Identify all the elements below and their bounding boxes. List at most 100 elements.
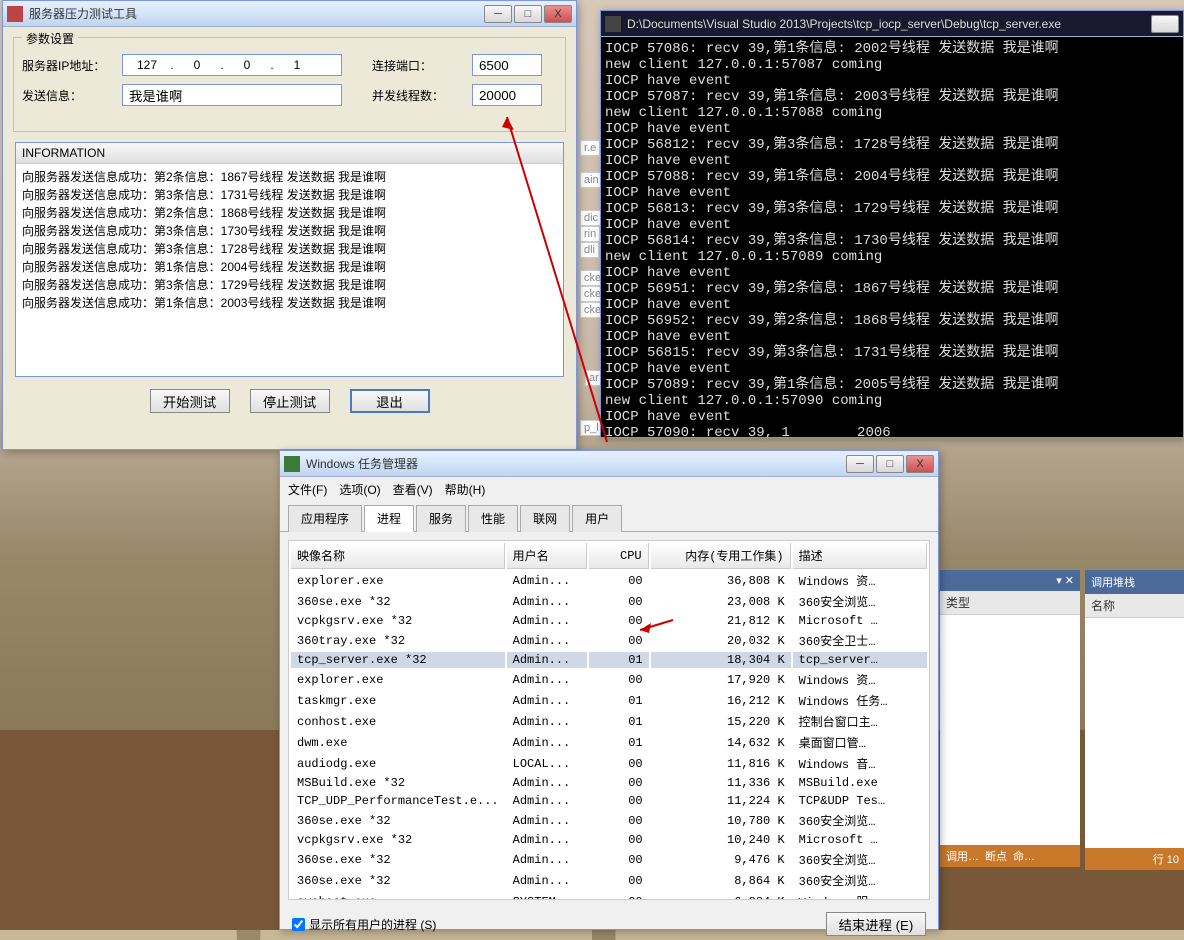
- stop-button[interactable]: 停止测试: [250, 389, 330, 413]
- stress-test-window: 服务器压力测试工具 ─ □ X 参数设置 服务器IP地址： 127. 0. 0.…: [2, 0, 577, 450]
- vs-footer-tab[interactable]: 命…: [1013, 851, 1035, 863]
- send-info-label: 发送信息：: [22, 87, 112, 104]
- table-row[interactable]: explorer.exeAdmin...0017,920 KWindows 资…: [291, 670, 927, 689]
- titlebar[interactable]: Windows 任务管理器 ─ □ X: [280, 451, 938, 477]
- server-ip-input[interactable]: 127. 0. 0. 1: [122, 54, 342, 76]
- taskmgr-title: Windows 任务管理器: [306, 455, 846, 472]
- table-row[interactable]: 360se.exe *32Admin...009,476 K360安全浏览…: [291, 850, 927, 869]
- titlebar[interactable]: D:\Documents\Visual Studio 2013\Projects…: [601, 11, 1183, 37]
- tab-3[interactable]: 性能: [468, 505, 518, 532]
- console-icon: [605, 16, 621, 32]
- vs-status-line: 行 10: [1085, 848, 1184, 870]
- info-line: 向服务器发送信息成功：第3条信息：1729号线程 发送数据 我是谁啊: [22, 276, 557, 294]
- tab-5[interactable]: 用户: [572, 505, 622, 532]
- app-icon: [7, 6, 23, 22]
- menu-item[interactable]: 查看(V): [393, 483, 433, 497]
- threads-input[interactable]: [472, 84, 542, 106]
- menu-item[interactable]: 选项(O): [339, 483, 380, 497]
- port-label: 连接端口：: [372, 57, 462, 74]
- pin-icon[interactable]: ▾ ✕: [1056, 574, 1074, 587]
- start-button[interactable]: 开始测试: [150, 389, 230, 413]
- table-row[interactable]: 360se.exe *32Admin...0010,780 K360安全浏览…: [291, 811, 927, 830]
- ip-octet[interactable]: 0: [177, 58, 217, 72]
- ip-octet[interactable]: 127: [127, 58, 167, 72]
- end-process-button[interactable]: 结束进程 (E): [826, 912, 926, 936]
- info-line: 向服务器发送信息成功：第1条信息：2003号线程 发送数据 我是谁啊: [22, 294, 557, 312]
- info-line: 向服务器发送信息成功：第3条信息：1728号线程 发送数据 我是谁啊: [22, 240, 557, 258]
- menu-item[interactable]: 帮助(H): [445, 483, 486, 497]
- col-user[interactable]: 用户名: [507, 543, 587, 569]
- process-list[interactable]: 映像名称 用户名 CPU 内存(专用工作集) 描述 explorer.exeAd…: [288, 540, 930, 900]
- taskmgr-icon: [284, 456, 300, 472]
- info-line: 向服务器发送信息成功：第3条信息：1731号线程 发送数据 我是谁啊: [22, 186, 557, 204]
- col-desc[interactable]: 描述: [793, 543, 927, 569]
- info-lines: 向服务器发送信息成功：第2条信息：1867号线程 发送数据 我是谁啊向服务器发送…: [16, 164, 563, 316]
- vs-panel-body[interactable]: [940, 615, 1080, 845]
- vs-footer-tabs[interactable]: 调用… 断点命…: [940, 845, 1080, 867]
- col-cpu[interactable]: CPU: [589, 543, 649, 569]
- ip-octet[interactable]: 0: [227, 58, 267, 72]
- send-info-input[interactable]: [122, 84, 342, 106]
- col-mem[interactable]: 内存(专用工作集): [651, 543, 791, 569]
- console-output[interactable]: IOCP 57086: recv 39,第1条信息: 2002号线程 发送数据 …: [601, 37, 1183, 437]
- server-ip-label: 服务器IP地址：: [22, 57, 112, 74]
- ip-octet[interactable]: 1: [277, 58, 317, 72]
- vs-footer-tab[interactable]: 断点: [985, 851, 1007, 863]
- minimize-button[interactable]: ─: [1151, 15, 1179, 33]
- tab-4[interactable]: 联网: [520, 505, 570, 532]
- console-window: D:\Documents\Visual Studio 2013\Projects…: [600, 10, 1184, 438]
- maximize-button[interactable]: □: [876, 455, 904, 473]
- table-row[interactable]: audiodg.exeLOCAL...0011,816 KWindows 音…: [291, 754, 927, 773]
- table-row[interactable]: explorer.exeAdmin...0036,808 KWindows 资…: [291, 571, 927, 590]
- table-row[interactable]: svchost.exeSYSTEM006,884 KWindows 服…: [291, 892, 927, 900]
- code-fragment: rin: [580, 226, 600, 242]
- vs-col-header[interactable]: 类型: [940, 591, 1080, 615]
- vs-col-header[interactable]: 名称: [1085, 594, 1184, 618]
- console-title: D:\Documents\Visual Studio 2013\Projects…: [627, 17, 1151, 31]
- menubar: 文件(F) 选项(O) 查看(V) 帮助(H): [280, 477, 938, 502]
- vs-panel-types: ▾ ✕ 类型 调用… 断点命…: [940, 570, 1080, 860]
- table-row[interactable]: TCP_UDP_PerformanceTest.e...Admin...0011…: [291, 793, 927, 809]
- vs-panel-titlebar[interactable]: 调用堆栈: [1085, 570, 1184, 594]
- table-row[interactable]: MSBuild.exe *32Admin...0011,336 KMSBuild…: [291, 775, 927, 791]
- info-line: 向服务器发送信息成功：第3条信息：1730号线程 发送数据 我是谁啊: [22, 222, 557, 240]
- tab-2[interactable]: 服务: [416, 505, 466, 532]
- minimize-button[interactable]: ─: [484, 5, 512, 23]
- vs-footer-tab[interactable]: 调用…: [946, 851, 979, 863]
- close-button[interactable]: X: [906, 455, 934, 473]
- table-row[interactable]: vcpkgsrv.exe *32Admin...0010,240 KMicros…: [291, 832, 927, 848]
- titlebar[interactable]: 服务器压力测试工具 ─ □ X: [3, 1, 576, 27]
- minimize-button[interactable]: ─: [846, 455, 874, 473]
- table-row[interactable]: 360se.exe *32Admin...0023,008 K360安全浏览…: [291, 592, 927, 611]
- info-line: 向服务器发送信息成功：第2条信息：1867号线程 发送数据 我是谁啊: [22, 168, 557, 186]
- vs-panel-title: 调用堆栈: [1091, 574, 1135, 590]
- window-title: 服务器压力测试工具: [29, 5, 484, 22]
- tabs: 应用程序进程服务性能联网用户: [280, 504, 938, 532]
- tab-1[interactable]: 进程: [364, 505, 414, 532]
- menu-item[interactable]: 文件(F): [288, 483, 327, 497]
- code-fragment: dli: [580, 242, 599, 258]
- table-row[interactable]: vcpkgsrv.exe *32Admin...0021,812 KMicros…: [291, 613, 927, 629]
- tab-0[interactable]: 应用程序: [288, 505, 362, 532]
- vs-panel-callstack: 调用堆栈 名称 行 10: [1085, 570, 1184, 860]
- group-title: 参数设置: [22, 30, 78, 47]
- maximize-button[interactable]: □: [514, 5, 542, 23]
- show-all-check[interactable]: [292, 918, 305, 931]
- vs-panel-body[interactable]: [1085, 618, 1184, 848]
- code-fragment: dic: [580, 210, 602, 226]
- table-row[interactable]: 360tray.exe *32Admin...0020,032 K360安全卫士…: [291, 631, 927, 650]
- table-row[interactable]: taskmgr.exeAdmin...0116,212 KWindows 任务…: [291, 691, 927, 710]
- info-line: 向服务器发送信息成功：第2条信息：1868号线程 发送数据 我是谁啊: [22, 204, 557, 222]
- exit-button[interactable]: 退出: [350, 389, 430, 413]
- task-manager-window: Windows 任务管理器 ─ □ X 文件(F) 选项(O) 查看(V) 帮助(H)…: [279, 450, 939, 930]
- close-button[interactable]: X: [544, 5, 572, 23]
- port-input[interactable]: [472, 54, 542, 76]
- vs-panel-titlebar[interactable]: ▾ ✕: [940, 570, 1080, 591]
- table-row[interactable]: conhost.exeAdmin...0115,220 K控制台窗口主…: [291, 712, 927, 731]
- code-fragment: r.e: [580, 140, 600, 156]
- info-listbox[interactable]: INFORMATION 向服务器发送信息成功：第2条信息：1867号线程 发送数…: [15, 142, 564, 377]
- table-row[interactable]: 360se.exe *32Admin...008,864 K360安全浏览…: [291, 871, 927, 890]
- table-row[interactable]: dwm.exeAdmin...0114,632 K桌面窗口管…: [291, 733, 927, 752]
- col-image[interactable]: 映像名称: [291, 543, 505, 569]
- table-row[interactable]: tcp_server.exe *32Admin...0118,304 Ktcp_…: [291, 652, 927, 668]
